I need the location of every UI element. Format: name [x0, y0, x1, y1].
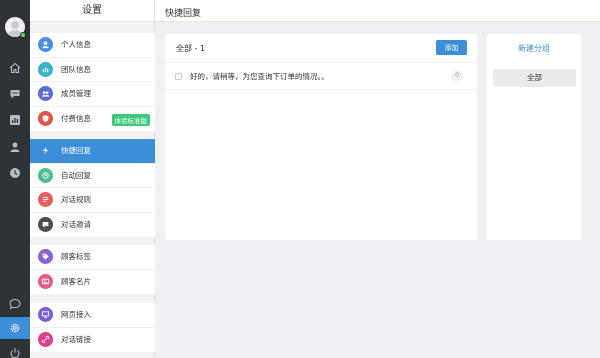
menu-item-conversation-rules[interactable]: 对话规则	[30, 188, 155, 213]
menu-item-web-integration[interactable]: 网页接入	[30, 303, 155, 328]
main-header: 快捷回复	[155, 0, 600, 22]
settings-group-integration: 网页接入 对话链接	[30, 303, 155, 352]
link-icon	[38, 332, 53, 348]
menu-item-personal-info[interactable]: 个人信息	[30, 33, 155, 58]
menu-item-billing-info[interactable]: 付费信息 体验标准版	[30, 107, 155, 132]
members-icon	[38, 86, 53, 102]
settings-gear-icon[interactable]	[0, 317, 30, 339]
settings-panel: 设置 个人信息 团队信息 成员管理 付费信息 体验标准版 快捷回复 自动回复 对…	[30, 0, 155, 358]
home-icon[interactable]	[0, 57, 30, 79]
menu-item-team-info[interactable]: 团队信息	[30, 58, 155, 82]
auto-reply-icon	[38, 167, 53, 183]
menu-item-customer-card[interactable]: 顾客名片	[30, 270, 155, 295]
settings-group-conversation: 快捷回复 自动回复 对话规则 对话邀请	[30, 139, 155, 237]
chart-icon	[38, 61, 53, 77]
lightning-icon	[38, 143, 53, 158]
plan-badge: 体验标准版	[111, 113, 150, 126]
menu-item-customer-tags[interactable]: 顾客标签	[30, 245, 155, 270]
menu-item-conversation-invite[interactable]: 对话邀请	[30, 213, 155, 238]
chat-icon[interactable]	[0, 83, 30, 105]
group-all-button[interactable]: 全部	[493, 69, 576, 87]
monitor-icon	[38, 307, 53, 323]
contact-icon[interactable]	[0, 136, 30, 158]
menu-item-member-management[interactable]: 成员管理	[30, 82, 155, 107]
user-icon	[38, 37, 53, 53]
reply-row[interactable]: 好的，请稍等，为您查询下订单的情况。。 0	[165, 63, 477, 90]
menu-item-chat-link[interactable]: 对话链接	[30, 328, 155, 353]
rules-icon	[38, 192, 53, 208]
reply-checkbox[interactable]	[175, 73, 182, 80]
menu-item-auto-reply[interactable]: 自动回复	[30, 164, 155, 188]
reply-count-label: 全部 - 1	[176, 44, 206, 53]
menu-item-quick-reply[interactable]: 快捷回复	[30, 139, 155, 164]
nav-rail	[0, 0, 30, 358]
reply-card-header: 全部 - 1 添加	[165, 34, 477, 63]
online-status-dot	[20, 32, 26, 38]
add-reply-button[interactable]: 添加	[436, 40, 467, 55]
quick-reply-card: 全部 - 1 添加 好的，请稍等，为您查询下订单的情况。。 0	[165, 34, 477, 240]
power-icon[interactable]	[0, 342, 30, 358]
tag-icon	[38, 249, 53, 265]
settings-group-customer: 顾客标签 顾客名片	[30, 245, 155, 294]
card-icon	[38, 274, 53, 290]
message-bubble-icon[interactable]	[0, 293, 30, 315]
settings-group-account: 个人信息 团队信息 成员管理 付费信息 体验标准版	[30, 33, 155, 131]
panel-title: 设置	[30, 0, 154, 22]
reply-groups-card: 新建分组 全部	[487, 34, 581, 240]
page-title: 快捷回复	[165, 9, 202, 19]
shield-icon	[38, 111, 53, 127]
invite-icon	[38, 217, 53, 233]
history-clock-icon[interactable]	[0, 162, 30, 184]
reply-text: 好的，请稍等，为您查询下订单的情况。。	[190, 72, 329, 81]
stats-icon[interactable]	[0, 109, 30, 131]
reply-usage-count: 0	[451, 71, 463, 81]
new-group-link[interactable]: 新建分组	[487, 43, 581, 54]
